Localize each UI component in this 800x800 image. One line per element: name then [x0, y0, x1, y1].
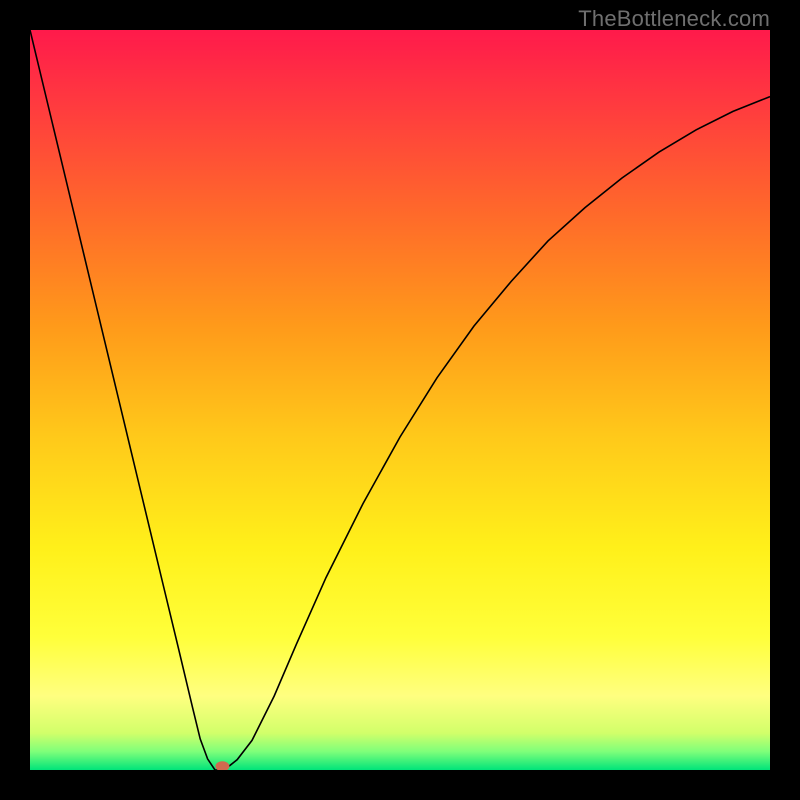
chart-background [30, 30, 770, 770]
watermark-text: TheBottleneck.com [578, 6, 770, 32]
bottleneck-chart [30, 30, 770, 770]
chart-frame [30, 30, 770, 770]
